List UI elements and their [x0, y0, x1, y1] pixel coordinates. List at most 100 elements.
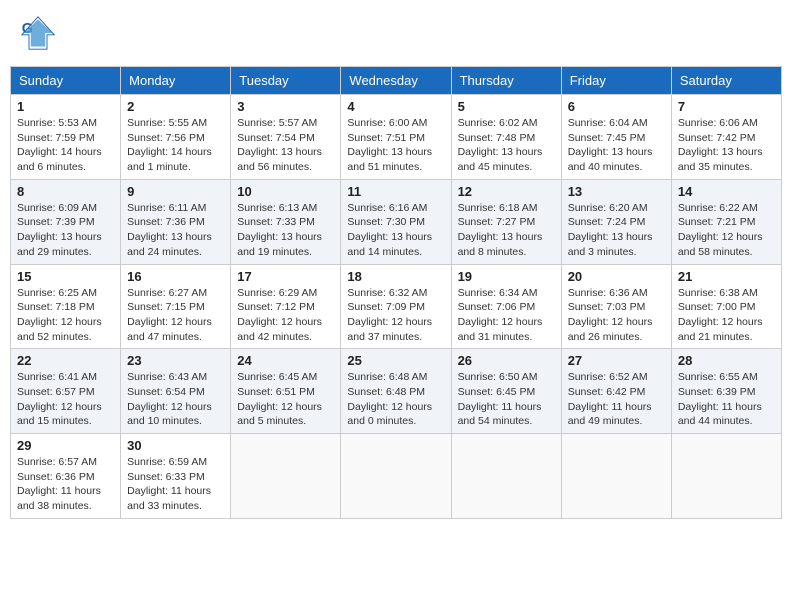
day-info: Sunrise: 5:55 AM Sunset: 7:56 PM Dayligh…: [127, 116, 224, 175]
calendar-cell: 18 Sunrise: 6:32 AM Sunset: 7:09 PM Dayl…: [341, 264, 451, 349]
logo-icon: G: [20, 15, 56, 51]
day-number: 23: [127, 353, 224, 368]
day-info: Sunrise: 6:00 AM Sunset: 7:51 PM Dayligh…: [347, 116, 444, 175]
calendar-week-3: 15 Sunrise: 6:25 AM Sunset: 7:18 PM Dayl…: [11, 264, 782, 349]
calendar-cell: 5 Sunrise: 6:02 AM Sunset: 7:48 PM Dayli…: [451, 95, 561, 180]
calendar-week-4: 22 Sunrise: 6:41 AM Sunset: 6:57 PM Dayl…: [11, 349, 782, 434]
day-info: Sunrise: 6:36 AM Sunset: 7:03 PM Dayligh…: [568, 286, 665, 345]
day-number: 9: [127, 184, 224, 199]
day-number: 15: [17, 269, 114, 284]
day-number: 16: [127, 269, 224, 284]
calendar-cell: 20 Sunrise: 6:36 AM Sunset: 7:03 PM Dayl…: [561, 264, 671, 349]
page-header: G: [10, 10, 782, 56]
day-number: 19: [458, 269, 555, 284]
calendar-cell: 13 Sunrise: 6:20 AM Sunset: 7:24 PM Dayl…: [561, 179, 671, 264]
column-header-saturday: Saturday: [671, 67, 781, 95]
day-info: Sunrise: 6:29 AM Sunset: 7:12 PM Dayligh…: [237, 286, 334, 345]
day-info: Sunrise: 6:52 AM Sunset: 6:42 PM Dayligh…: [568, 370, 665, 429]
calendar-body: 1 Sunrise: 5:53 AM Sunset: 7:59 PM Dayli…: [11, 95, 782, 519]
column-header-tuesday: Tuesday: [231, 67, 341, 95]
calendar-cell: [231, 434, 341, 519]
calendar-cell: 9 Sunrise: 6:11 AM Sunset: 7:36 PM Dayli…: [121, 179, 231, 264]
calendar-cell: 30 Sunrise: 6:59 AM Sunset: 6:33 PM Dayl…: [121, 434, 231, 519]
calendar-cell: 12 Sunrise: 6:18 AM Sunset: 7:27 PM Dayl…: [451, 179, 561, 264]
day-number: 18: [347, 269, 444, 284]
day-number: 8: [17, 184, 114, 199]
calendar-cell: 26 Sunrise: 6:50 AM Sunset: 6:45 PM Dayl…: [451, 349, 561, 434]
calendar-cell: 28 Sunrise: 6:55 AM Sunset: 6:39 PM Dayl…: [671, 349, 781, 434]
day-info: Sunrise: 6:41 AM Sunset: 6:57 PM Dayligh…: [17, 370, 114, 429]
logo: G: [20, 15, 58, 51]
day-number: 25: [347, 353, 444, 368]
day-number: 28: [678, 353, 775, 368]
day-number: 22: [17, 353, 114, 368]
day-number: 17: [237, 269, 334, 284]
calendar-cell: 3 Sunrise: 5:57 AM Sunset: 7:54 PM Dayli…: [231, 95, 341, 180]
day-info: Sunrise: 6:38 AM Sunset: 7:00 PM Dayligh…: [678, 286, 775, 345]
day-info: Sunrise: 5:53 AM Sunset: 7:59 PM Dayligh…: [17, 116, 114, 175]
calendar-cell: 29 Sunrise: 6:57 AM Sunset: 6:36 PM Dayl…: [11, 434, 121, 519]
day-number: 30: [127, 438, 224, 453]
column-header-monday: Monday: [121, 67, 231, 95]
calendar-cell: 7 Sunrise: 6:06 AM Sunset: 7:42 PM Dayli…: [671, 95, 781, 180]
day-info: Sunrise: 6:13 AM Sunset: 7:33 PM Dayligh…: [237, 201, 334, 260]
day-info: Sunrise: 5:57 AM Sunset: 7:54 PM Dayligh…: [237, 116, 334, 175]
calendar-cell: 27 Sunrise: 6:52 AM Sunset: 6:42 PM Dayl…: [561, 349, 671, 434]
calendar-cell: 2 Sunrise: 5:55 AM Sunset: 7:56 PM Dayli…: [121, 95, 231, 180]
day-info: Sunrise: 6:22 AM Sunset: 7:21 PM Dayligh…: [678, 201, 775, 260]
day-number: 24: [237, 353, 334, 368]
calendar-cell: 23 Sunrise: 6:43 AM Sunset: 6:54 PM Dayl…: [121, 349, 231, 434]
day-number: 2: [127, 99, 224, 114]
calendar-week-2: 8 Sunrise: 6:09 AM Sunset: 7:39 PM Dayli…: [11, 179, 782, 264]
calendar-week-5: 29 Sunrise: 6:57 AM Sunset: 6:36 PM Dayl…: [11, 434, 782, 519]
day-number: 12: [458, 184, 555, 199]
day-number: 7: [678, 99, 775, 114]
day-number: 27: [568, 353, 665, 368]
calendar-cell: 6 Sunrise: 6:04 AM Sunset: 7:45 PM Dayli…: [561, 95, 671, 180]
calendar-cell: 11 Sunrise: 6:16 AM Sunset: 7:30 PM Dayl…: [341, 179, 451, 264]
calendar-cell: 15 Sunrise: 6:25 AM Sunset: 7:18 PM Dayl…: [11, 264, 121, 349]
day-number: 14: [678, 184, 775, 199]
calendar-cell: 17 Sunrise: 6:29 AM Sunset: 7:12 PM Dayl…: [231, 264, 341, 349]
day-number: 5: [458, 99, 555, 114]
day-info: Sunrise: 6:04 AM Sunset: 7:45 PM Dayligh…: [568, 116, 665, 175]
calendar-cell: 25 Sunrise: 6:48 AM Sunset: 6:48 PM Dayl…: [341, 349, 451, 434]
calendar-cell: 16 Sunrise: 6:27 AM Sunset: 7:15 PM Dayl…: [121, 264, 231, 349]
day-info: Sunrise: 6:11 AM Sunset: 7:36 PM Dayligh…: [127, 201, 224, 260]
day-number: 20: [568, 269, 665, 284]
day-info: Sunrise: 6:48 AM Sunset: 6:48 PM Dayligh…: [347, 370, 444, 429]
day-info: Sunrise: 6:20 AM Sunset: 7:24 PM Dayligh…: [568, 201, 665, 260]
day-number: 29: [17, 438, 114, 453]
calendar-cell: [671, 434, 781, 519]
day-info: Sunrise: 6:45 AM Sunset: 6:51 PM Dayligh…: [237, 370, 334, 429]
day-number: 13: [568, 184, 665, 199]
day-number: 6: [568, 99, 665, 114]
calendar-header-row: SundayMondayTuesdayWednesdayThursdayFrid…: [11, 67, 782, 95]
column-header-thursday: Thursday: [451, 67, 561, 95]
calendar-cell: 10 Sunrise: 6:13 AM Sunset: 7:33 PM Dayl…: [231, 179, 341, 264]
calendar-cell: 8 Sunrise: 6:09 AM Sunset: 7:39 PM Dayli…: [11, 179, 121, 264]
day-number: 10: [237, 184, 334, 199]
day-number: 26: [458, 353, 555, 368]
day-info: Sunrise: 6:06 AM Sunset: 7:42 PM Dayligh…: [678, 116, 775, 175]
day-number: 1: [17, 99, 114, 114]
calendar-cell: [561, 434, 671, 519]
calendar-cell: 1 Sunrise: 5:53 AM Sunset: 7:59 PM Dayli…: [11, 95, 121, 180]
day-info: Sunrise: 6:57 AM Sunset: 6:36 PM Dayligh…: [17, 455, 114, 514]
day-info: Sunrise: 6:43 AM Sunset: 6:54 PM Dayligh…: [127, 370, 224, 429]
day-number: 4: [347, 99, 444, 114]
day-number: 3: [237, 99, 334, 114]
day-info: Sunrise: 6:25 AM Sunset: 7:18 PM Dayligh…: [17, 286, 114, 345]
day-number: 21: [678, 269, 775, 284]
day-number: 11: [347, 184, 444, 199]
calendar-cell: 14 Sunrise: 6:22 AM Sunset: 7:21 PM Dayl…: [671, 179, 781, 264]
column-header-friday: Friday: [561, 67, 671, 95]
day-info: Sunrise: 6:09 AM Sunset: 7:39 PM Dayligh…: [17, 201, 114, 260]
calendar-cell: [451, 434, 561, 519]
day-info: Sunrise: 6:18 AM Sunset: 7:27 PM Dayligh…: [458, 201, 555, 260]
day-info: Sunrise: 6:16 AM Sunset: 7:30 PM Dayligh…: [347, 201, 444, 260]
calendar-cell: 19 Sunrise: 6:34 AM Sunset: 7:06 PM Dayl…: [451, 264, 561, 349]
day-info: Sunrise: 6:59 AM Sunset: 6:33 PM Dayligh…: [127, 455, 224, 514]
day-info: Sunrise: 6:27 AM Sunset: 7:15 PM Dayligh…: [127, 286, 224, 345]
day-info: Sunrise: 6:55 AM Sunset: 6:39 PM Dayligh…: [678, 370, 775, 429]
